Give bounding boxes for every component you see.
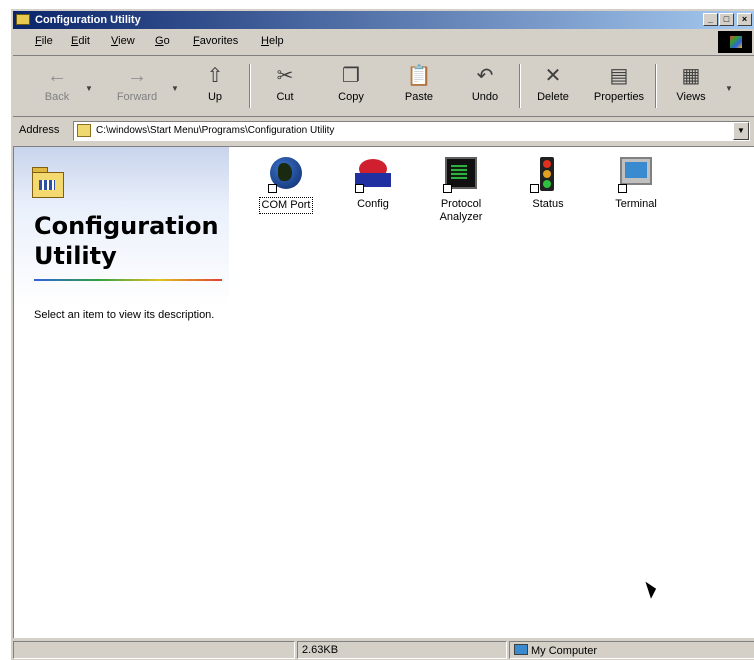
copy-button[interactable]: ❐ Copy [325,64,377,108]
up-button[interactable]: ⇧ Up [189,64,241,108]
forward-arrow-icon: → [127,65,147,87]
file-label: Config [357,198,389,210]
menu-file[interactable]: File [35,35,53,47]
close-button[interactable]: × [737,13,752,26]
properties-icon: ▤ [609,65,629,87]
folder-icon [32,167,64,198]
file-label: COM Port [258,197,314,214]
toolbar-separator [249,64,251,108]
menu-view[interactable]: View [111,35,135,47]
cut-button[interactable]: ✂ Cut [259,64,311,108]
status-bar: 2.63KB My Computer [13,640,754,660]
views-icon: ▦ [681,65,701,87]
window-title: Configuration Utility [35,14,141,26]
shortcut-arrow-icon [618,184,627,193]
folder-view[interactable]: Configuration Utility Select an item to … [13,146,754,638]
up-folder-icon: ⇧ [206,65,224,87]
file-icon-config[interactable]: Config [333,157,413,212]
file-label: Status [532,198,564,210]
title-bar[interactable]: Configuration Utility _ □ × [13,11,754,29]
menu-help[interactable]: Help [261,35,284,47]
shortcut-arrow-icon [355,184,364,193]
address-dropdown-button[interactable]: ▼ [733,122,749,140]
delete-x-icon: ✕ [544,65,562,87]
address-bar: Address C:\windows\Start Menu\Programs\C… [13,119,754,143]
delete-button[interactable]: ✕ Delete [527,64,579,108]
menu-favorites[interactable]: Favorites [193,35,238,47]
address-label: Address [19,124,60,136]
address-value[interactable]: C:\windows\Start Menu\Programs\Configura… [96,125,334,136]
views-dropdown-icon[interactable]: ▼ [725,84,733,93]
menu-bar: File Edit View Go Favorites Help [13,31,754,51]
file-label: Protocol Analyzer [439,198,483,223]
terminal-icon [620,157,652,185]
windows-logo-icon [718,31,752,53]
status-zone: My Computer [509,641,754,659]
views-button[interactable]: ▦ Views [665,64,717,108]
status-zone-label: My Computer [531,645,598,657]
shortcut-arrow-icon [530,184,539,193]
back-arrow-icon: ← [47,65,67,87]
maximize-button[interactable]: □ [719,13,734,26]
minimize-button[interactable]: _ [703,13,718,26]
forward-button[interactable]: → Forward [111,64,163,108]
menu-go[interactable]: Go [155,35,170,47]
toolbar-separator [655,64,657,108]
file-icon-protocol-analyzer[interactable]: Protocol Analyzer [420,157,502,225]
address-field[interactable]: C:\windows\Start Menu\Programs\Configura… [73,121,750,141]
explorer-window: Configuration Utility _ □ × File Edit Vi… [10,8,754,660]
paste-icon: 📋 [406,65,432,87]
file-icon-terminal[interactable]: Terminal [596,157,676,212]
item-description: Select an item to view its description. [34,309,215,321]
file-label: Terminal [615,198,657,210]
undo-icon: ↶ [476,65,494,87]
divider [34,279,222,281]
undo-button[interactable]: ↶ Undo [459,64,511,108]
traffic-light-icon [540,157,554,191]
back-dropdown-icon[interactable]: ▼ [85,84,93,93]
computer-icon [514,644,528,655]
file-icon-com-port[interactable]: COM Port [246,157,326,214]
folder-icon [16,14,30,25]
paste-button[interactable]: 📋 Paste [393,64,445,108]
scissors-icon: ✂ [276,65,294,87]
status-size: 2.63KB [297,641,507,659]
web-view-panel: Configuration Utility Select an item to … [14,147,229,638]
back-button[interactable]: ← Back [31,64,83,108]
forward-dropdown-icon[interactable]: ▼ [171,84,179,93]
shortcut-arrow-icon [268,184,277,193]
copy-icon: ❐ [342,65,360,87]
file-icon-status[interactable]: Status [508,157,588,212]
status-pane-objects [13,641,295,659]
shortcut-arrow-icon [443,184,452,193]
toolbar-separator [519,64,521,108]
properties-button[interactable]: ▤ Properties [589,64,649,108]
menu-edit[interactable]: Edit [71,35,90,47]
folder-title: Configuration Utility [34,212,219,270]
standard-toolbar: ← Back ▼ → Forward ▼ ⇧ Up ✂ Cut ❐ Copy 📋… [13,55,754,117]
folder-icon [77,124,91,137]
